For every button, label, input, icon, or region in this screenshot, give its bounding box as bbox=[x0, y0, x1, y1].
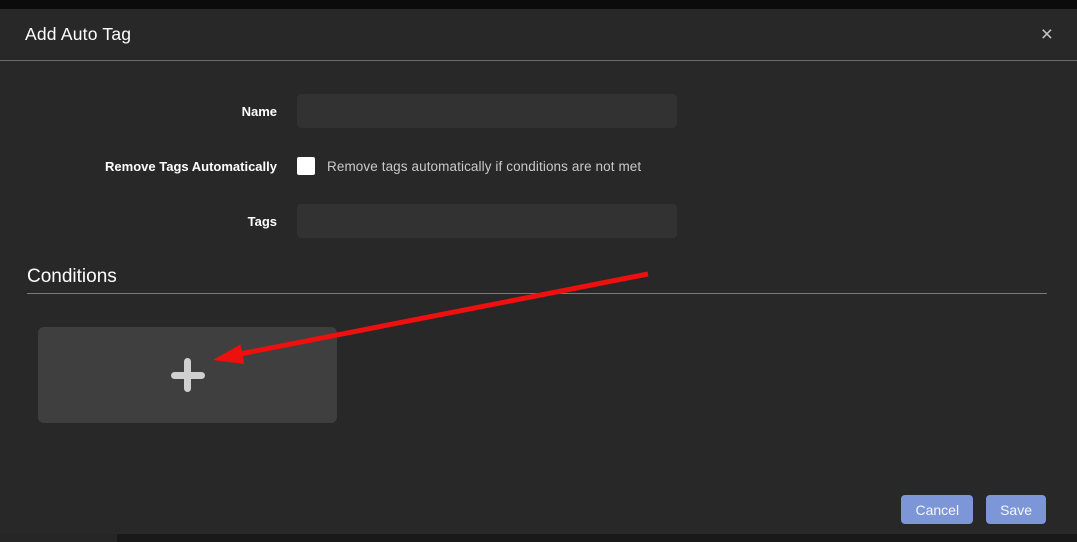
page-top-strip bbox=[0, 0, 1077, 9]
tags-input[interactable] bbox=[297, 204, 677, 238]
name-input[interactable] bbox=[297, 94, 677, 128]
add-auto-tag-dialog: { "dialog": { "title": "Add Auto Tag", "… bbox=[0, 0, 1077, 542]
close-icon[interactable]: × bbox=[1039, 24, 1055, 45]
remove-tags-checkbox[interactable] bbox=[297, 157, 315, 175]
name-field-row: Name bbox=[27, 94, 1047, 128]
dialog-header: Add Auto Tag × bbox=[0, 9, 1077, 61]
cancel-button[interactable]: Cancel bbox=[901, 495, 973, 524]
page-bottom-strip bbox=[0, 534, 1077, 542]
page-bottom-strip-left bbox=[0, 534, 117, 542]
name-label: Name bbox=[27, 104, 277, 119]
plus-icon bbox=[171, 358, 205, 392]
dialog-body: Name Remove Tags Automatically Remove ta… bbox=[0, 62, 1077, 423]
conditions-heading: Conditions bbox=[27, 266, 1047, 294]
tags-field-row: Tags bbox=[27, 204, 1047, 238]
remove-tags-label: Remove Tags Automatically bbox=[27, 159, 277, 174]
save-button[interactable]: Save bbox=[986, 495, 1046, 524]
remove-tags-row: Remove Tags Automatically Remove tags au… bbox=[27, 156, 1047, 176]
add-condition-button[interactable] bbox=[38, 327, 337, 423]
dialog-title: Add Auto Tag bbox=[25, 24, 131, 45]
tags-label: Tags bbox=[27, 214, 277, 229]
remove-tags-help-text: Remove tags automatically if conditions … bbox=[327, 159, 641, 174]
tags-field-cell bbox=[297, 204, 1047, 238]
dialog-footer: Cancel Save bbox=[901, 495, 1046, 524]
remove-tags-cell: Remove tags automatically if conditions … bbox=[297, 157, 1047, 175]
name-field-cell bbox=[297, 94, 1047, 128]
